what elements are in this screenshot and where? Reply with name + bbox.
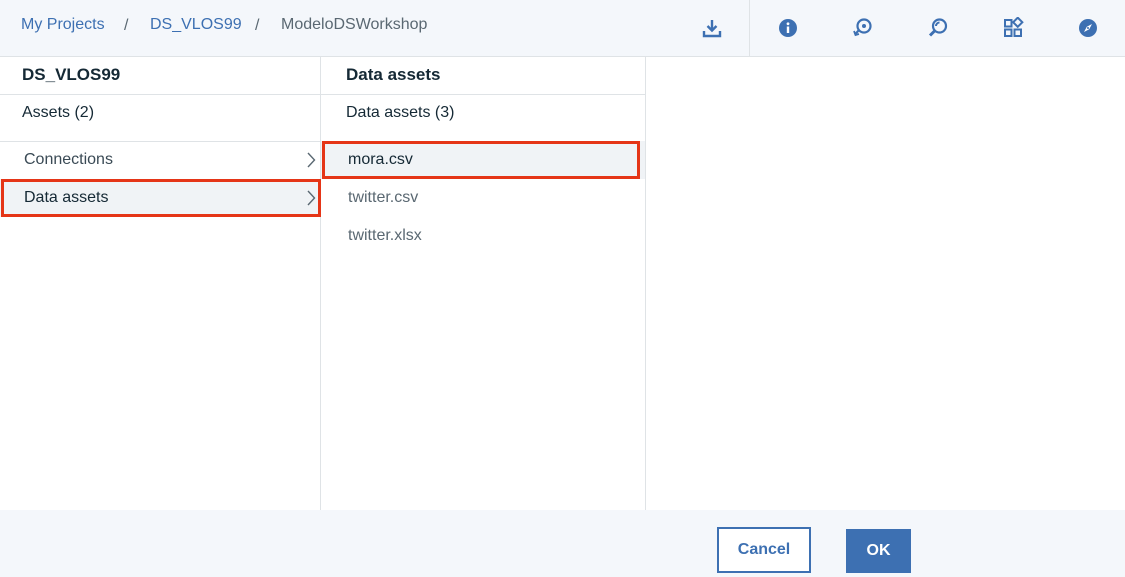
cancel-button[interactable]: Cancel bbox=[717, 527, 811, 573]
project-title: DS_VLOS99 bbox=[22, 65, 121, 84]
assets-title: Data assets bbox=[346, 65, 441, 84]
download-icon[interactable] bbox=[700, 16, 724, 40]
nav-item-label: Data assets bbox=[24, 189, 109, 206]
breadcrumb-my-projects[interactable]: My Projects bbox=[21, 16, 105, 34]
top-bar: My Projects / DS_VLOS99 / ModeloDSWorksh… bbox=[0, 0, 1125, 57]
ok-button[interactable]: OK bbox=[846, 529, 911, 573]
file-item-label: twitter.xlsx bbox=[348, 227, 422, 244]
file-item-label: mora.csv bbox=[348, 151, 413, 168]
nav-item-data-assets[interactable]: Data assets bbox=[0, 179, 321, 217]
search-icon[interactable] bbox=[926, 16, 950, 40]
breadcrumb-current: ModeloDSWorkshop bbox=[281, 16, 428, 33]
file-item-twitter-csv[interactable]: twitter.csv bbox=[321, 179, 645, 217]
divider bbox=[0, 94, 320, 95]
nav-item-label: Connections bbox=[24, 151, 113, 168]
data-assets-count: Data assets (3) bbox=[346, 104, 455, 121]
project-column: DS_VLOS99 Assets (2) Connections Data as… bbox=[0, 57, 321, 510]
breadcrumb-separator: / bbox=[255, 17, 260, 34]
history-icon[interactable] bbox=[851, 16, 875, 40]
divider bbox=[321, 94, 645, 95]
dialog-footer: Cancel OK bbox=[0, 510, 1125, 577]
breadcrumb-separator: / bbox=[124, 17, 129, 34]
grid-icon[interactable] bbox=[1001, 16, 1025, 40]
preview-column bbox=[646, 57, 1125, 510]
chevron-right-icon bbox=[306, 190, 316, 211]
chevron-right-icon bbox=[306, 152, 316, 173]
breadcrumb-project[interactable]: DS_VLOS99 bbox=[150, 16, 242, 34]
assets-column: Data assets Data assets (3) mora.csv twi… bbox=[321, 57, 646, 510]
nav-item-connections[interactable]: Connections bbox=[0, 141, 321, 179]
info-icon[interactable] bbox=[776, 16, 800, 40]
file-item-twitter-xlsx[interactable]: twitter.xlsx bbox=[321, 217, 645, 255]
file-item-label: twitter.csv bbox=[348, 189, 419, 206]
file-item-mora-csv[interactable]: mora.csv bbox=[321, 141, 645, 179]
assets-count: Assets (2) bbox=[22, 104, 95, 121]
toolbar-divider bbox=[749, 0, 750, 57]
compass-icon[interactable] bbox=[1076, 16, 1100, 40]
